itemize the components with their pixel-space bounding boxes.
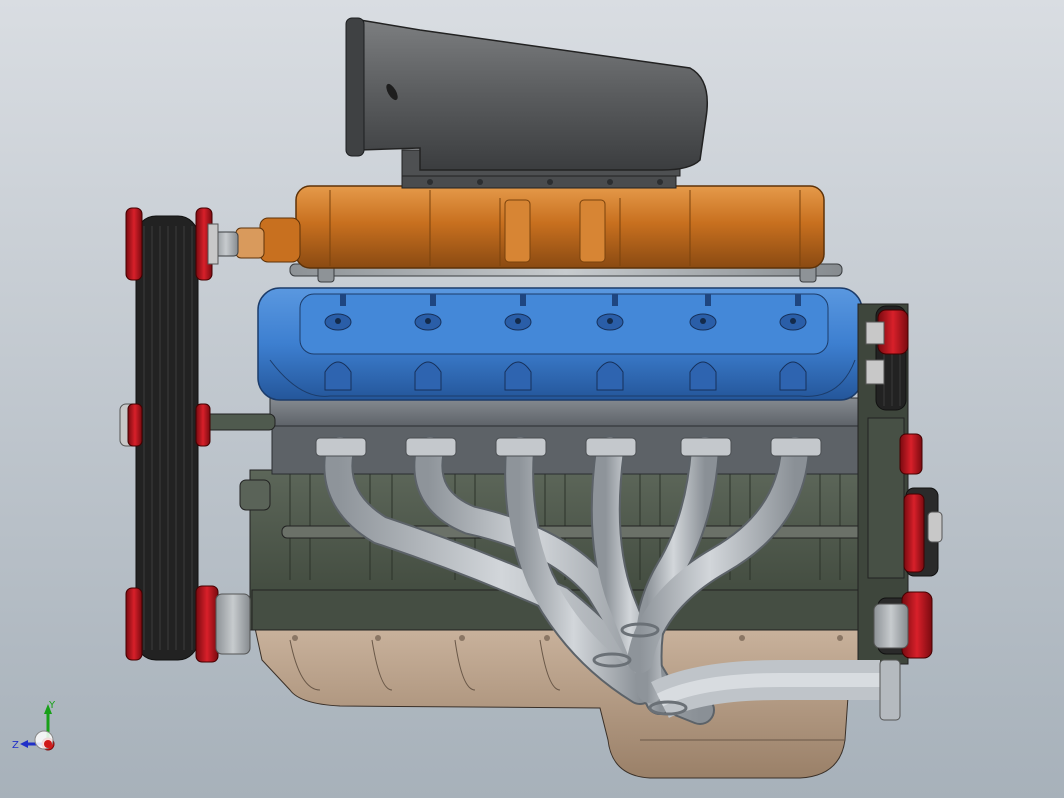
y-axis-label: Y bbox=[48, 700, 56, 711]
supercharger-snout bbox=[259, 217, 301, 263]
intake-flange bbox=[401, 175, 677, 189]
snout-coupler bbox=[235, 227, 265, 259]
graphics-viewport[interactable]: Y Z bbox=[0, 0, 1064, 798]
exhaust-outlet-flange bbox=[879, 659, 901, 721]
block-left-boss bbox=[239, 479, 271, 511]
valve-cover[interactable] bbox=[257, 287, 863, 401]
intake-inlet-lip bbox=[345, 17, 365, 157]
rear-pulley-mid bbox=[903, 493, 925, 573]
engine-model-canvas[interactable]: Y Z bbox=[0, 0, 1064, 798]
rear-bracket bbox=[867, 417, 905, 579]
drive-belt bbox=[135, 215, 199, 661]
x-axis-point bbox=[44, 740, 52, 748]
z-axis-label: Z bbox=[12, 740, 19, 751]
rear-pulley-small bbox=[899, 433, 923, 475]
left-shaft bbox=[199, 413, 276, 431]
supercharger[interactable] bbox=[213, 185, 825, 269]
